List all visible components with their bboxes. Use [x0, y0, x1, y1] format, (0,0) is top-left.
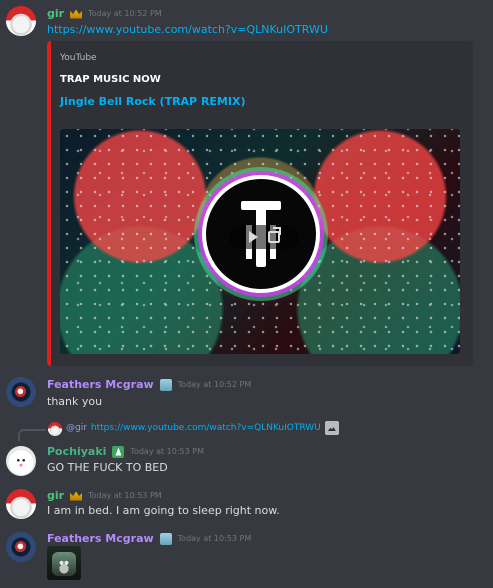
timestamp: Today at 10:53 PM: [88, 491, 162, 500]
message-gir-1: gir Today at 10:52 PM https://www.youtub…: [0, 4, 493, 40]
crown-icon: [70, 9, 83, 19]
video-controls[interactable]: [229, 225, 299, 249]
reply-preview[interactable]: @gir https://www.youtube.com/watch?v=QLN…: [18, 421, 485, 441]
timestamp: Today at 10:52 PM: [88, 9, 162, 18]
santa-avatar-icon: [48, 422, 62, 436]
feathers-avatar-icon[interactable]: [6, 532, 36, 562]
message-header: Pochiyaki Today at 10:53 PM: [47, 445, 204, 458]
santa-avatar-icon[interactable]: [6, 6, 36, 36]
open-external-icon[interactable]: [267, 231, 280, 243]
video-thumbnail[interactable]: [60, 129, 460, 354]
robot-icon: [159, 378, 172, 391]
reply-link[interactable]: https://www.youtube.com/watch?v=QLNKuIOT…: [91, 423, 321, 433]
reply-text[interactable]: @gir https://www.youtube.com/watch?v=QLN…: [66, 421, 339, 435]
embed-stripe: [47, 41, 51, 366]
message-header: Feathers Mcgraw Today at 10:52 PM: [47, 378, 251, 391]
youtube-link[interactable]: https://www.youtube.com/watch?v=QLNKuIOT…: [47, 23, 328, 36]
embed-author[interactable]: TRAP MUSIC NOW: [60, 74, 161, 85]
author-name[interactable]: gir: [47, 7, 64, 20]
reply-spine: [18, 429, 46, 441]
feathers-avatar-icon[interactable]: [6, 377, 36, 407]
santa-avatar-icon[interactable]: [6, 489, 36, 519]
embed-provider: YouTube: [60, 53, 97, 63]
timestamp: Today at 10:53 PM: [130, 447, 205, 456]
leaf-icon: [112, 445, 125, 458]
message-header: gir Today at 10:52 PM: [47, 7, 162, 20]
message-content: GO THE FUCK TO BED: [47, 461, 168, 474]
reply-mention[interactable]: @gir: [66, 423, 87, 433]
youtube-embed: YouTube TRAP MUSIC NOW Jingle Bell Rock …: [47, 41, 473, 366]
message-content: thank you: [47, 395, 103, 408]
message-header: gir Today at 10:53 PM: [47, 489, 162, 502]
author-name[interactable]: Feathers Mcgraw: [47, 378, 154, 391]
crown-icon: [70, 491, 83, 501]
timestamp: Today at 10:53 PM: [177, 534, 252, 543]
play-icon[interactable]: [248, 231, 258, 243]
embed-title[interactable]: Jingle Bell Rock (TRAP REMIX): [60, 95, 245, 108]
pochi-avatar-icon[interactable]: [6, 446, 36, 476]
message-content: I am in bed. I am going to sleep right n…: [47, 504, 280, 517]
robot-icon: [159, 532, 172, 545]
author-name[interactable]: gir: [47, 489, 64, 502]
message-content: https://www.youtube.com/watch?v=QLNKuIOT…: [47, 23, 485, 36]
author-name[interactable]: Feathers Mcgraw: [47, 532, 154, 545]
gremlin-sticker-icon[interactable]: [47, 546, 81, 580]
image-icon: [324, 421, 339, 435]
message-gir-2: gir Today at 10:53 PM I am in bed. I am …: [0, 486, 493, 526]
author-name[interactable]: Pochiyaki: [47, 445, 106, 458]
message-feathers-1: Feathers Mcgraw Today at 10:52 PM thank …: [0, 374, 493, 414]
timestamp: Today at 10:52 PM: [177, 380, 252, 389]
message-pochiyaki-1: Pochiyaki Today at 10:53 PM GO THE FUCK …: [0, 442, 493, 480]
message-header: Feathers Mcgraw Today at 10:53 PM: [47, 532, 251, 545]
